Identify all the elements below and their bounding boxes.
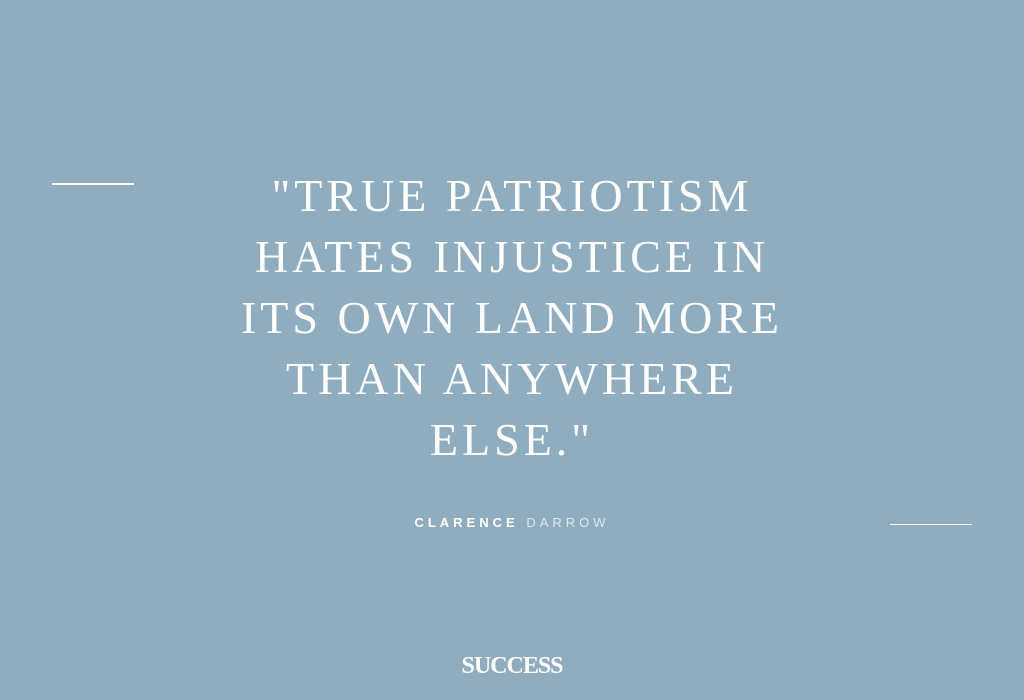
- author-last-name: DARROW: [526, 515, 610, 530]
- quote-line-1: "TRUE PATRIOTISM: [271, 170, 753, 221]
- quote-line-5: ELSE.": [429, 414, 595, 465]
- success-logo: SUCCESS: [461, 653, 563, 679]
- quote-line-3: ITS OWN LAND MORE: [240, 292, 783, 343]
- author-first-name: CLARENCE: [414, 515, 519, 530]
- left-decorative-rule: [52, 183, 134, 185]
- right-decorative-rule: [890, 524, 972, 525]
- quote-attribution: CLARENCE DARROW: [0, 515, 1024, 530]
- quote-line-2: HATES INJUSTICE IN: [254, 231, 770, 282]
- quote-line-4: THAN ANYWHERE: [286, 353, 738, 404]
- quote-text: "TRUE PATRIOTISM HATES INJUSTICE IN ITS …: [187, 165, 837, 470]
